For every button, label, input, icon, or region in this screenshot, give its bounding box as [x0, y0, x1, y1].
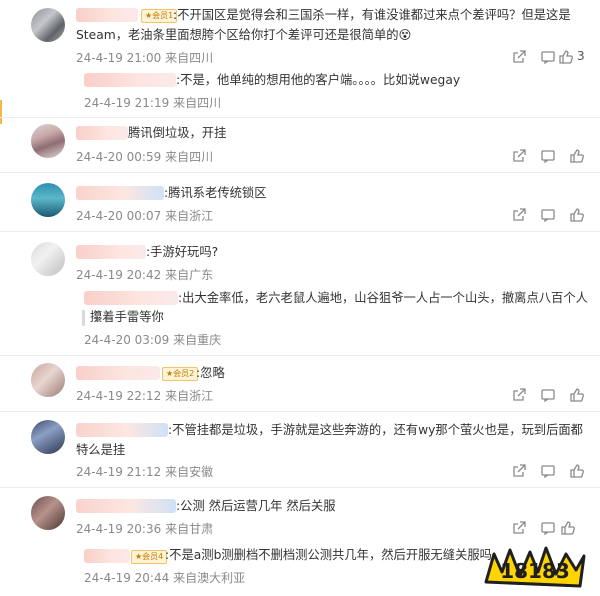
comment-time: 24-4-20 03:09 — [84, 333, 170, 347]
username[interactable] — [84, 549, 130, 563]
scroll-indicator[interactable] — [0, 100, 2, 124]
comment-time: 24-4-19 21:19 — [84, 96, 170, 110]
comment-text-continued: Steam，老油条里面想胯个区给你打个差评可还是很简单的😵 — [76, 28, 412, 42]
comment-location: 来自浙江 — [165, 389, 214, 403]
username[interactable] — [76, 245, 146, 259]
comment-text-continued: 特么是挂 — [76, 443, 126, 457]
divider — [0, 117, 600, 118]
avatar[interactable] — [31, 363, 65, 397]
avatar[interactable] — [31, 183, 65, 217]
comment-time: 24-4-19 21:12 — [76, 465, 162, 479]
comment-time: 24-4-20 00:07 — [76, 209, 162, 223]
divider — [0, 355, 600, 356]
comment-location: 来自广东 — [165, 268, 214, 282]
share-icon[interactable] — [511, 463, 527, 479]
divider — [0, 411, 600, 412]
share-icon[interactable] — [511, 49, 527, 65]
share-icon[interactable] — [511, 148, 527, 164]
comment-location: 来自甘肃 — [165, 522, 214, 536]
username[interactable] — [84, 73, 176, 87]
like-count: 3 — [577, 49, 585, 63]
quote-bar — [82, 310, 85, 326]
comment-text: :腾讯系老传统锁区 — [164, 186, 267, 200]
comment-meta: 24-4-20 00:59 来自四川 — [76, 148, 213, 165]
comment-time: 24-4-19 20:44 — [84, 571, 170, 585]
avatar[interactable] — [31, 8, 65, 42]
comment-text: :手游好玩吗? — [146, 245, 219, 259]
comment-text: 腾讯倒垃圾，开挂 — [128, 126, 227, 140]
comment-meta: 24-4-19 20:44 来自澳大利亚 — [84, 569, 245, 586]
username[interactable] — [84, 291, 178, 305]
18183-logo-watermark: 18183 — [484, 546, 586, 588]
username[interactable] — [76, 186, 164, 200]
divider — [0, 487, 600, 488]
like-icon[interactable] — [569, 148, 585, 164]
member-badge: ★会员4 — [131, 550, 168, 564]
comment-location: 来自四川 — [165, 51, 214, 65]
reply-text-continued: 攥着手雷等你 — [90, 310, 164, 324]
comment-text: :公测 然后运营几年 然后关服 — [176, 499, 336, 513]
comment-location: 来自四川 — [173, 96, 222, 110]
comment-thread: ★会员1 :不开国区是觉得会和三国杀一样，有谁没谁都过来点个差评吗？但是这是 S… — [0, 0, 600, 596]
comment-time: 24-4-19 22:12 — [76, 389, 162, 403]
comment-meta: 24-4-19 21:12 来自安徽 — [76, 463, 213, 480]
comment-meta: 24-4-19 21:19 来自四川 — [84, 94, 221, 111]
comment-icon[interactable] — [540, 148, 556, 164]
comment-location: 来自四川 — [165, 150, 214, 164]
share-icon[interactable] — [511, 520, 527, 536]
like-icon[interactable] — [569, 207, 585, 223]
share-icon[interactable] — [511, 387, 527, 403]
like-icon[interactable] — [560, 520, 576, 536]
reply-text: :出大金率低，老六老鼠人遍地，山谷狙爷一人占一个山头，撤离点八百个人 — [178, 291, 588, 305]
comment-location: 来自澳大利亚 — [173, 571, 246, 585]
comment-icon[interactable] — [540, 49, 556, 65]
share-icon[interactable] — [511, 207, 527, 223]
like-icon[interactable] — [558, 49, 574, 65]
comment-icon[interactable] — [540, 463, 556, 479]
reply-text: :不是a测b测删档不删档测公测共几年，然后开服无缝关服吗 — [165, 548, 492, 562]
comment-meta: 24-4-20 00:07 来自浙江 — [76, 207, 213, 224]
comment-location: 来自安徽 — [165, 465, 214, 479]
comment-text: :忽略 — [196, 366, 225, 380]
comment-location: 来自重庆 — [173, 333, 222, 347]
member-badge: ★会员1 — [141, 9, 178, 23]
divider — [0, 172, 600, 173]
comment-icon[interactable] — [540, 520, 556, 536]
comment-text: :不管挂都是垃圾，手游就是这些奔游的，还有wy那个萤火也是，玩到后面都 — [168, 423, 583, 437]
comment-icon[interactable] — [540, 207, 556, 223]
username[interactable] — [76, 423, 168, 437]
like-icon[interactable] — [569, 387, 585, 403]
comment-text: :不开国区是觉得会和三国杀一样，有谁没谁都过来点个差评吗？但是这是 — [173, 8, 571, 22]
member-badge: ★会员2 — [162, 367, 199, 381]
like-icon[interactable] — [569, 463, 585, 479]
watermark-text: 18183 — [500, 559, 570, 583]
comment-time: 24-4-20 00:59 — [76, 150, 162, 164]
comment-icon[interactable] — [540, 387, 556, 403]
username[interactable] — [76, 8, 138, 22]
comment-meta: 24-4-19 21:00 来自四川 — [76, 49, 213, 66]
comment-meta: 24-4-19 22:12 来自浙江 — [76, 387, 213, 404]
avatar[interactable] — [31, 496, 65, 530]
comment-meta: 24-4-19 20:42 来自广东 — [76, 266, 213, 283]
username[interactable] — [76, 499, 176, 513]
comment-location: 来自浙江 — [165, 209, 214, 223]
avatar[interactable] — [31, 124, 65, 158]
comment-meta: 24-4-19 20:36 来自甘肃 — [76, 520, 213, 537]
reply-text: :不是，他单纯的想用他的客户端。。。。比如说wegay — [176, 73, 461, 87]
avatar[interactable] — [31, 242, 65, 276]
comment-meta: 24-4-20 03:09 来自重庆 — [84, 331, 221, 348]
comment-time: 24-4-19 20:42 — [76, 268, 162, 282]
comment-time: 24-4-19 20:36 — [76, 522, 162, 536]
username[interactable] — [76, 126, 128, 140]
divider — [0, 231, 600, 232]
avatar[interactable] — [31, 420, 65, 454]
username[interactable] — [76, 366, 160, 380]
comment-time: 24-4-19 21:00 — [76, 51, 162, 65]
